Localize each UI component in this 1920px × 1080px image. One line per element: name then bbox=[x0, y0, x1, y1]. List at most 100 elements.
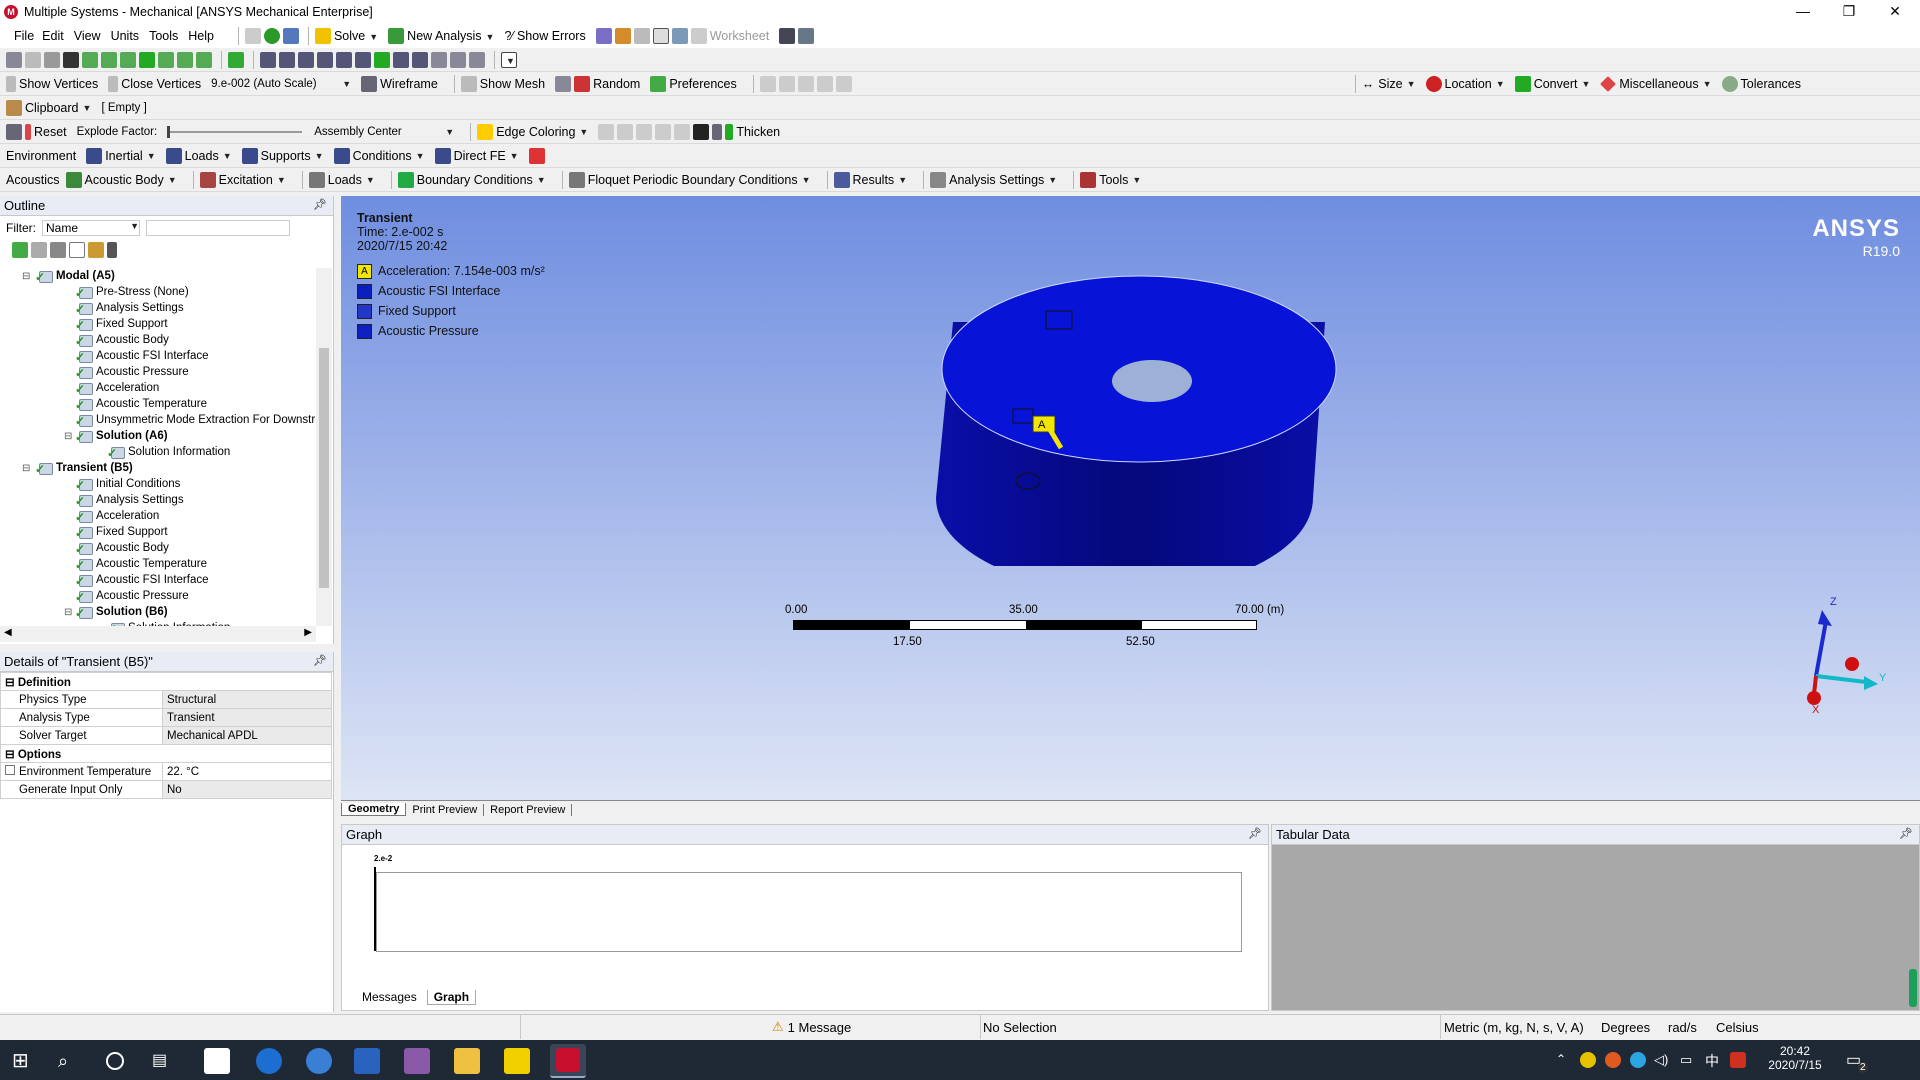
tree-item[interactable]: ⊟ Modal (A5) bbox=[0, 268, 316, 284]
acoustic-body-menu[interactable]: Acoustic Body bbox=[65, 170, 177, 190]
tray-icon-3[interactable] bbox=[1630, 1052, 1646, 1068]
print-icon[interactable] bbox=[469, 51, 485, 68]
axis-triad[interactable]: Z Y X bbox=[1786, 596, 1886, 716]
menu-units[interactable]: Units bbox=[111, 29, 139, 43]
tree-item[interactable]: Acoustic Body bbox=[0, 540, 316, 556]
close-button[interactable]: ✕ bbox=[1872, 0, 1918, 24]
windows-start-icon[interactable]: ⊞ bbox=[12, 1048, 38, 1074]
edge-style-icon-4[interactable] bbox=[655, 123, 672, 140]
wireframe-button[interactable]: Wireframe bbox=[361, 74, 438, 94]
conditions-menu[interactable]: Conditions bbox=[333, 146, 425, 166]
details-pin-icon[interactable]: 📌︎ bbox=[313, 654, 327, 667]
tree-item[interactable]: Acoustic Temperature bbox=[0, 556, 316, 572]
tab-print-preview[interactable]: Print Preview bbox=[406, 803, 485, 816]
zoom-fit-icon[interactable] bbox=[336, 51, 352, 68]
detail-row[interactable]: Generate Input Only No bbox=[0, 780, 332, 799]
group-options[interactable]: ⊟ Options bbox=[0, 744, 332, 763]
tray-chevron-icon[interactable]: ⌃ bbox=[1556, 1052, 1566, 1066]
acoustic-loads-menu[interactable]: Loads bbox=[308, 170, 375, 190]
outline-vscrollbar[interactable] bbox=[316, 268, 332, 626]
menu-tools[interactable]: Tools bbox=[149, 29, 178, 43]
random-button[interactable]: Random bbox=[574, 74, 640, 94]
collapse-toggle-icon[interactable]: ⊟ bbox=[22, 271, 30, 282]
tree-item[interactable]: ⊟ Transient (B5) bbox=[0, 460, 316, 476]
tree-item[interactable]: Acoustic Pressure bbox=[0, 364, 316, 380]
tree-item[interactable]: Analysis Settings bbox=[0, 492, 316, 508]
app-icon-1[interactable] bbox=[204, 1048, 230, 1074]
analysis-settings-menu[interactable]: Analysis Settings bbox=[930, 170, 1057, 190]
coord-icon-5[interactable] bbox=[835, 75, 852, 92]
tree-item[interactable]: Acceleration bbox=[0, 508, 316, 524]
show-errors-button[interactable]: ?⁄ Show Errors bbox=[504, 26, 585, 46]
extend-selection-icon[interactable] bbox=[228, 51, 244, 68]
graphics-viewport[interactable]: Transient Time: 2.e-002 s 2020/7/15 20:4… bbox=[341, 196, 1920, 800]
tree-item[interactable]: ⊟ Solution (B6) bbox=[0, 604, 316, 620]
detail-row[interactable]: Physics Type Structural bbox=[0, 690, 332, 709]
chart-icon[interactable] bbox=[614, 28, 631, 44]
tree-icon[interactable] bbox=[282, 28, 299, 44]
direct-fe-menu[interactable]: Direct FE bbox=[434, 146, 519, 166]
results-menu[interactable]: Results bbox=[833, 170, 908, 190]
explode-icon[interactable] bbox=[6, 123, 22, 140]
edge-style-icon-3[interactable] bbox=[636, 123, 653, 140]
detail-row[interactable]: Environment Temperature 22. °C bbox=[0, 762, 332, 781]
sort-icon[interactable] bbox=[107, 242, 117, 258]
location-menu[interactable]: Location bbox=[1425, 74, 1505, 94]
coord-icon-1[interactable] bbox=[759, 75, 776, 92]
pointer-icon[interactable] bbox=[63, 51, 79, 68]
thin-icon[interactable] bbox=[712, 123, 723, 140]
random-colors-icon[interactable] bbox=[555, 75, 572, 92]
menu-view[interactable]: View bbox=[74, 29, 101, 43]
app-icon-3[interactable] bbox=[404, 1048, 430, 1074]
filter-input[interactable] bbox=[146, 220, 290, 236]
minimize-button[interactable]: — bbox=[1780, 0, 1826, 24]
tree-item[interactable]: Solution Information bbox=[0, 444, 316, 460]
element-face-icon[interactable] bbox=[196, 51, 212, 68]
element-select-icon[interactable] bbox=[177, 51, 193, 68]
edge-select-icon[interactable] bbox=[101, 51, 117, 68]
next-view-icon[interactable] bbox=[412, 51, 428, 68]
select-mode-icon[interactable] bbox=[25, 51, 41, 68]
coord-icon-3[interactable] bbox=[797, 75, 814, 92]
viewport-layout-icon[interactable] bbox=[501, 51, 517, 68]
check-icon[interactable] bbox=[263, 28, 280, 44]
outline-hscrollbar[interactable]: ◀ ▶ bbox=[0, 626, 316, 642]
tree-item[interactable]: ⊟ Solution (A6) bbox=[0, 428, 316, 444]
edge-browser-icon[interactable] bbox=[256, 1048, 282, 1074]
floquet-menu[interactable]: Floquet Periodic Boundary Conditions bbox=[568, 170, 811, 190]
menu-help[interactable]: Help bbox=[188, 29, 214, 43]
detail-row[interactable]: Analysis Type Transient bbox=[0, 708, 332, 727]
size-menu[interactable]: ↔ Size bbox=[1362, 74, 1416, 94]
worksheet-button[interactable]: Worksheet bbox=[690, 26, 769, 46]
annotation-icon[interactable] bbox=[652, 28, 669, 44]
node-select-icon[interactable] bbox=[158, 51, 174, 68]
filter-select[interactable]: Name bbox=[42, 220, 140, 236]
tab-report-preview[interactable]: Report Preview bbox=[484, 803, 573, 816]
edge-style-icon-1[interactable] bbox=[598, 123, 615, 140]
task-view-icon[interactable]: ▤ bbox=[152, 1048, 178, 1074]
go-to-icon[interactable] bbox=[50, 242, 66, 258]
tree-item[interactable]: Acoustic Body bbox=[0, 332, 316, 348]
tabular-pin-icon[interactable]: 📌︎ bbox=[1899, 827, 1913, 840]
loads-menu[interactable]: Loads bbox=[165, 146, 232, 166]
boundary-conditions-menu[interactable]: Boundary Conditions bbox=[397, 170, 546, 190]
body-select-icon[interactable] bbox=[139, 51, 155, 68]
close-vertices-button[interactable]: Close Vertices bbox=[108, 74, 201, 94]
ansys-workbench-icon[interactable] bbox=[504, 1048, 530, 1074]
explode-factor-slider[interactable] bbox=[167, 125, 303, 138]
group-definition[interactable]: ⊟ Definition bbox=[0, 672, 332, 691]
coord-icon-4[interactable] bbox=[816, 75, 833, 92]
volume-icon[interactable]: ◁) bbox=[1654, 1052, 1668, 1068]
solve-button[interactable]: Solve bbox=[314, 26, 378, 46]
text-icon[interactable] bbox=[633, 28, 650, 44]
zoom-to-fit-icon[interactable] bbox=[355, 51, 371, 68]
collapse-toggle-icon[interactable]: ⊟ bbox=[64, 607, 72, 618]
convert-menu[interactable]: Convert bbox=[1514, 74, 1591, 94]
image-icon[interactable] bbox=[595, 28, 612, 44]
collapse-toggle-icon[interactable]: ⊟ bbox=[22, 463, 30, 474]
tag-icon[interactable] bbox=[798, 28, 815, 44]
refresh-icon[interactable] bbox=[12, 242, 28, 258]
supports-menu[interactable]: Supports bbox=[241, 146, 324, 166]
commands-icon[interactable] bbox=[528, 147, 545, 164]
app-icon-2[interactable] bbox=[306, 1048, 332, 1074]
